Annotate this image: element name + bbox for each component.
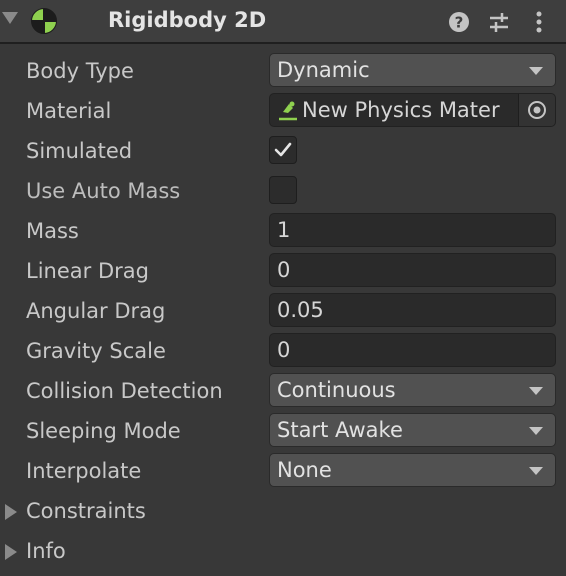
checkmark-icon <box>274 142 292 157</box>
mass-input[interactable]: 1 <box>269 213 556 247</box>
interpolate-dropdown[interactable]: None <box>269 453 556 487</box>
info-label: Info <box>26 539 66 563</box>
object-picker-icon <box>528 101 546 119</box>
object-picker-button[interactable] <box>518 94 555 126</box>
mass-label: Mass <box>26 219 79 243</box>
svg-text:?: ? <box>455 14 464 32</box>
material-value: New Physics Mater <box>302 98 500 122</box>
expand-arrow-icon[interactable] <box>5 504 17 520</box>
chevron-down-icon <box>529 387 543 395</box>
sleeping-mode-label: Sleeping Mode <box>26 419 181 443</box>
collision-detection-label: Collision Detection <box>26 379 223 403</box>
simulated-label: Simulated <box>26 139 133 163</box>
linear-drag-input[interactable]: 0 <box>269 253 556 287</box>
angular-drag-input[interactable]: 0.05 <box>269 293 556 327</box>
chevron-down-icon <box>529 67 543 75</box>
use-auto-mass-checkbox[interactable] <box>269 176 297 204</box>
body-type-label: Body Type <box>26 59 134 83</box>
material-label: Material <box>26 99 112 123</box>
body-type-value: Dynamic <box>277 58 370 82</box>
component-title: Rigidbody 2D <box>108 8 267 32</box>
physics-material-icon <box>279 101 297 121</box>
rigidbody-2d-icon <box>31 8 57 34</box>
angular-drag-label: Angular Drag <box>26 299 166 323</box>
chevron-down-icon <box>529 467 543 475</box>
linear-drag-label: Linear Drag <box>26 259 149 283</box>
collision-detection-dropdown[interactable]: Continuous <box>269 373 556 407</box>
body-type-dropdown[interactable]: Dynamic <box>269 53 556 87</box>
gravity-scale-input[interactable]: 0 <box>269 333 556 367</box>
expand-arrow-icon[interactable] <box>5 544 17 560</box>
rigidbody-2d-inspector: Rigidbody 2D ? Body Type Dynamic Materia… <box>0 0 566 576</box>
help-icon[interactable]: ? <box>447 10 471 34</box>
interpolate-label: Interpolate <box>26 459 142 483</box>
component-header[interactable]: Rigidbody 2D ? <box>0 0 566 44</box>
presets-icon[interactable] <box>487 10 511 34</box>
info-foldout[interactable]: Info <box>0 537 300 565</box>
more-options-icon[interactable] <box>527 10 551 34</box>
sleeping-mode-dropdown[interactable]: Start Awake <box>269 413 556 447</box>
collision-detection-value: Continuous <box>277 378 396 402</box>
chevron-down-icon <box>529 427 543 435</box>
material-object-field[interactable]: New Physics Mater <box>269 93 556 127</box>
constraints-foldout[interactable]: Constraints <box>0 497 300 525</box>
sleeping-mode-value: Start Awake <box>277 418 403 442</box>
collapse-arrow-icon[interactable] <box>2 12 18 24</box>
constraints-label: Constraints <box>26 499 146 523</box>
gravity-scale-label: Gravity Scale <box>26 339 166 363</box>
interpolate-value: None <box>277 458 332 482</box>
simulated-checkbox[interactable] <box>269 136 297 164</box>
use-auto-mass-label: Use Auto Mass <box>26 179 181 203</box>
